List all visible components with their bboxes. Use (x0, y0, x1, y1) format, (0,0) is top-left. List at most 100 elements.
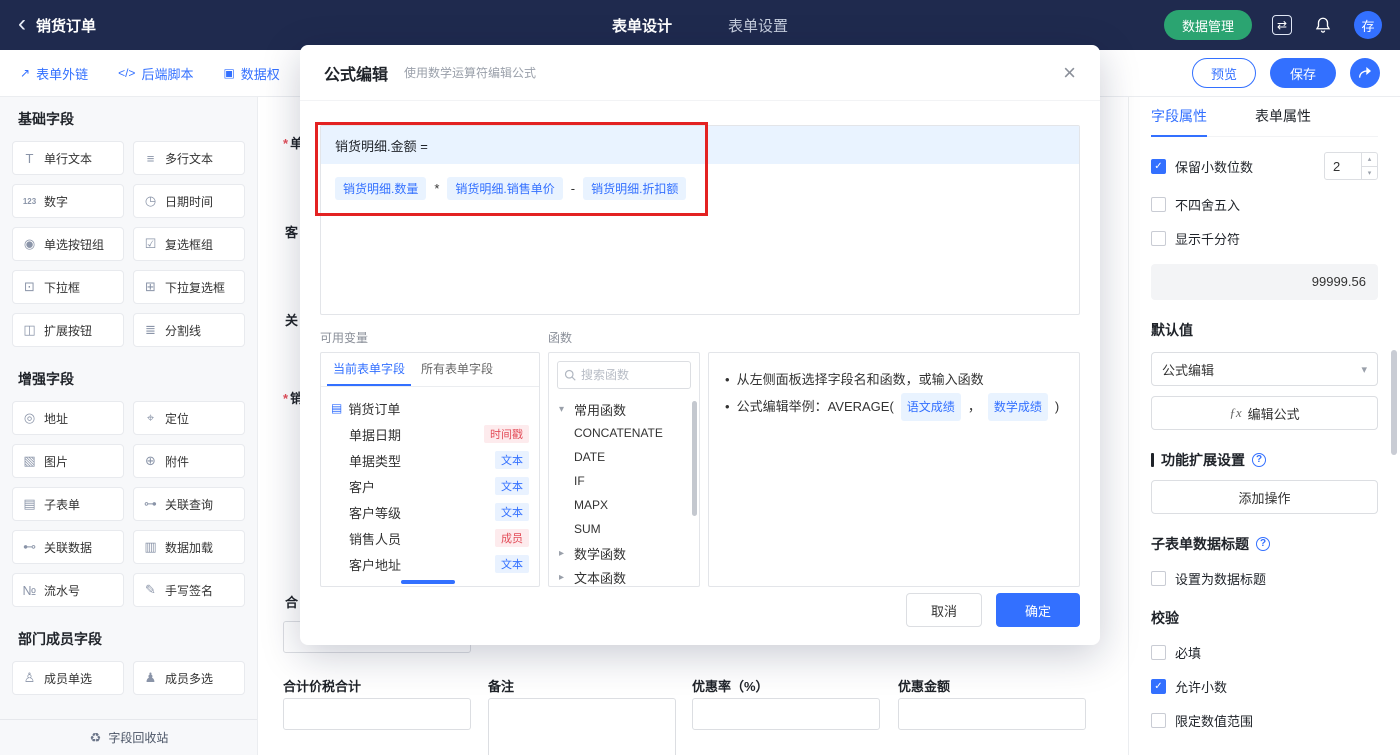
enhanced-field-grid: ◎ 地址 ⌖ 定位 ▧ 图片 ⊕ 附件 ▤ 子表单 ⊶ 关联查询 ⊷ 关联数据 ▥ 数据加载 №… (12, 401, 245, 607)
field-label-clipped: 合 (283, 592, 298, 611)
field-btn-serial[interactable]: № 流水号 (12, 573, 124, 607)
preview-button[interactable]: 预览 (1191, 58, 1256, 88)
extend-button-icon: ◫ (23, 322, 36, 337)
tab-form-settings[interactable]: 表单设置 (728, 15, 788, 36)
lookup-icon: ⊶ (144, 496, 157, 511)
field-recycle-bin[interactable]: ♻ 字段回收站 (0, 719, 257, 755)
toolbar-link-script[interactable]: </> 后端脚本 (118, 64, 193, 83)
bell-icon[interactable] (1312, 14, 1334, 36)
field-btn-image[interactable]: ▧ 图片 (12, 444, 124, 478)
function-group-text[interactable]: ▸ 文本函数 (549, 565, 699, 586)
no-rounding-checkbox[interactable] (1151, 197, 1166, 212)
total-tax-input[interactable] (283, 698, 471, 730)
allow-decimal-row: ✓ 允许小数 (1151, 677, 1378, 696)
share-button[interactable] (1350, 58, 1380, 88)
field-btn-signature[interactable]: ✎ 手写签名 (133, 573, 245, 607)
field-btn-extend-button[interactable]: ◫ 扩展按钮 (12, 313, 124, 347)
tab-current-form-fields[interactable]: 当前表单字段 (327, 353, 412, 386)
variable-row[interactable]: 客户等级 文本 (331, 499, 529, 525)
tab-all-form-fields[interactable]: 所有表单字段 (415, 353, 499, 386)
back-icon[interactable]: ‹ (18, 11, 26, 36)
variable-row[interactable]: 客户 文本 (331, 473, 529, 499)
stepper-up-icon[interactable]: ▴ (1362, 153, 1377, 167)
function-item[interactable]: CONCATENATE (549, 421, 699, 445)
allow-decimal-checkbox[interactable]: ✓ (1151, 679, 1166, 694)
field-btn-address[interactable]: ◎ 地址 (12, 401, 124, 435)
function-item[interactable]: SUM (549, 517, 699, 541)
function-group-common[interactable]: ▾ 常用函数 (549, 397, 699, 421)
field-btn-data-load[interactable]: ▥ 数据加载 (133, 530, 245, 564)
example-field-chip: 数学成绩 (987, 393, 1048, 421)
toolbar-link-permission[interactable]: ▣ 数据权 (223, 64, 279, 83)
field-label-total: 合计价税合计 (283, 679, 362, 694)
tab-form-properties[interactable]: 表单属性 (1255, 97, 1311, 137)
close-icon[interactable]: × (1063, 61, 1076, 84)
confirm-button[interactable]: 确定 (996, 593, 1080, 627)
save-button[interactable]: 保存 (1269, 58, 1336, 88)
field-btn-number[interactable]: 123 数字 (12, 184, 124, 218)
field-btn-subform[interactable]: ▤ 子表单 (12, 487, 124, 521)
toolbar-link-external[interactable]: ↗ 表单外链 (20, 64, 88, 83)
required-checkbox[interactable] (1151, 645, 1166, 660)
stepper-down-icon[interactable]: ▾ (1362, 167, 1377, 180)
field-label: 单选按钮组 (44, 237, 105, 252)
discount-amount-input[interactable] (898, 698, 1086, 730)
variables-tabs: 当前表单字段 所有表单字段 (321, 353, 539, 387)
chevron-right-icon: ▸ (559, 571, 565, 583)
field-btn-select[interactable]: ⊡ 下拉框 (12, 270, 124, 304)
field-btn-member-single[interactable]: ♙ 成员单选 (12, 661, 124, 695)
field-btn-textarea[interactable]: ≡ 多行文本 (133, 141, 245, 175)
function-search-input[interactable] (581, 368, 681, 382)
section-title-enhanced: 增强字段 (18, 371, 74, 387)
thousand-separator-checkbox[interactable] (1151, 231, 1166, 246)
field-type-badge: 时间戳 (484, 425, 529, 443)
formula-field-chip[interactable]: 销货明细.销售单价 (447, 177, 563, 200)
set-as-title-checkbox[interactable] (1151, 571, 1166, 586)
variable-row[interactable]: 销售人员 成员 (331, 525, 529, 551)
add-action-button[interactable]: 添加操作 (1151, 480, 1378, 514)
avatar[interactable]: 存 (1354, 11, 1382, 39)
function-item[interactable]: DATE (549, 445, 699, 469)
switch-icon[interactable]: ⇄ (1272, 15, 1292, 35)
remark-input[interactable] (488, 698, 676, 755)
discount-rate-input[interactable] (692, 698, 880, 730)
limit-range-checkbox[interactable] (1151, 713, 1166, 728)
field-btn-location[interactable]: ⌖ 定位 (133, 401, 245, 435)
field-btn-linked-data[interactable]: ⊷ 关联数据 (12, 530, 124, 564)
function-item[interactable]: IF (549, 469, 699, 493)
help-icon[interactable]: ? (1256, 537, 1270, 551)
field-btn-multiselect[interactable]: ⊞ 下拉复选框 (133, 270, 245, 304)
field-btn-checkbox-group[interactable]: ☑ 复选框组 (133, 227, 245, 261)
default-value-select[interactable]: 公式编辑 ▾ (1151, 352, 1378, 386)
field-btn-attachment[interactable]: ⊕ 附件 (133, 444, 245, 478)
field-btn-divider[interactable]: ≣ 分割线 (133, 313, 245, 347)
decimal-places-checkbox[interactable]: ✓ (1151, 158, 1166, 174)
variable-row[interactable]: 客户地址 文本 (331, 551, 529, 577)
tab-field-properties[interactable]: 字段属性 (1151, 97, 1207, 137)
variable-row[interactable]: 单据类型 文本 (331, 447, 529, 473)
formula-field-chip[interactable]: 销货明细.数量 (335, 177, 427, 200)
field-btn-member-multi[interactable]: ♟ 成员多选 (133, 661, 245, 695)
h-scrollbar-thumb[interactable] (401, 580, 455, 584)
panel-scrollbar[interactable] (1391, 350, 1397, 455)
field-btn-text[interactable]: T 单行文本 (12, 141, 124, 175)
formula-editor[interactable]: 销货明细.金额 = 销货明细.数量 * 销货明细.销售单价 - 销货明细.折扣额 (320, 125, 1080, 315)
decimal-places-input[interactable] (1325, 153, 1359, 179)
edit-formula-button[interactable]: ƒx 编辑公式 (1151, 396, 1378, 430)
v-scrollbar-thumb[interactable] (692, 401, 697, 516)
help-text: ) (1054, 399, 1060, 414)
cancel-button[interactable]: 取消 (906, 593, 982, 627)
formula-expression[interactable]: 销货明细.数量 * 销货明细.销售单价 - 销货明细.折扣额 (321, 164, 1079, 213)
field-btn-datetime[interactable]: ◷ 日期时间 (133, 184, 245, 218)
tree-root-form[interactable]: ▤ 销货订单 (331, 395, 529, 421)
radio-icon: ◉ (23, 236, 36, 251)
variable-row[interactable]: 单据日期 时间戳 (331, 421, 529, 447)
field-btn-lookup[interactable]: ⊶ 关联查询 (133, 487, 245, 521)
field-btn-radio-group[interactable]: ◉ 单选按钮组 (12, 227, 124, 261)
help-icon[interactable]: ? (1252, 453, 1266, 467)
function-group-math[interactable]: ▸ 数学函数 (549, 541, 699, 565)
formula-field-chip[interactable]: 销货明细.折扣额 (583, 177, 687, 200)
tab-form-design[interactable]: 表单设计 (612, 15, 672, 36)
data-manage-button[interactable]: 数据管理 (1163, 10, 1252, 40)
function-item[interactable]: MAPX (549, 493, 699, 517)
